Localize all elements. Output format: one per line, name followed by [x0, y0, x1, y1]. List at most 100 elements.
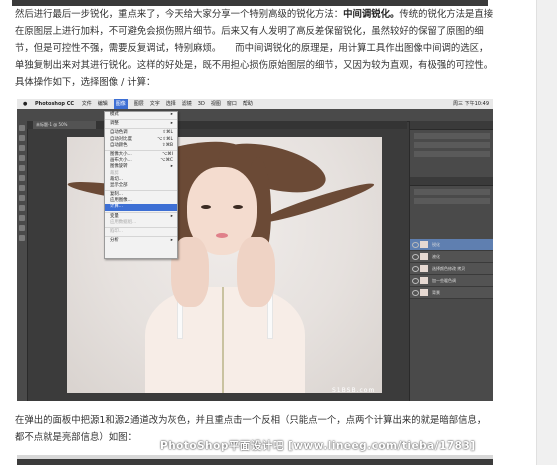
blend-mode-row — [414, 189, 490, 195]
apple-icon: ● — [23, 101, 28, 107]
site-watermark: PhotoShop平面设计吧 [www.lineeg.com/tieba/178… — [160, 440, 476, 452]
image-menu-item[interactable]: 计算... — [105, 204, 177, 211]
next-screenshot-top — [17, 455, 493, 465]
ps-doc-tab: 未标题-1 @ 50% — [33, 121, 96, 129]
menu-item-label: 分析 — [110, 238, 119, 244]
article-page: 然后进行最后一步锐化，重点来了，今天给大家分享一个特别高级的锐化方法：中间调锐化… — [0, 0, 557, 465]
ps-menu-2[interactable]: 图像 — [113, 99, 128, 109]
shoulders — [145, 287, 305, 393]
layer-row[interactable]: 背景 — [410, 287, 493, 299]
layer-thumbnail — [420, 241, 428, 248]
menu-item-label: 图像旋转 — [110, 164, 128, 170]
menu-item-label: 裁切... — [110, 176, 123, 182]
flower-stem — [222, 287, 224, 393]
image-menu-item[interactable]: 调整 ▸ — [105, 121, 177, 127]
menu-item-label: 应用图像... — [110, 198, 132, 204]
layer-thumbnail — [420, 289, 428, 296]
menu-item-label: 陷印... — [110, 229, 123, 234]
brush-tool-icon — [19, 175, 25, 181]
menu-item-label: 图像大小... — [110, 151, 132, 157]
photoshop-screenshot: ● Photoshop CC 文件 编辑 图像 图层 文字 选择 滤镜 3D 视图 窗口 帮助 周三 … — [17, 99, 493, 401]
ps-right-panels: 锐化液化选择颜色修改 拷贝 加一些暖色调背景 — [409, 121, 493, 401]
crop-tool-icon — [19, 155, 25, 161]
menu-item-label: 复制... — [110, 192, 123, 198]
ps-menu-7[interactable]: 3D — [198, 99, 205, 109]
visibility-eye-icon[interactable] — [412, 290, 419, 296]
ps-menu-10[interactable]: 帮助 — [243, 99, 253, 109]
image-menu-item: 应用数据组... — [105, 220, 177, 226]
ps-clock: 周三 下午10:49 — [453, 101, 489, 107]
move-tool-icon — [19, 125, 25, 131]
image-menu-dropdown: 模式 ▸ 调整 ▸ 自动色调 ⇧⌘L 自动对比度 ⌥⇧⌘L 自动颜色 ⇧⌘B 图像大小... ⌥⌘I 画… — [104, 111, 178, 259]
visibility-eye-icon[interactable] — [412, 266, 419, 272]
image-menu-item[interactable]: 分析 ▸ — [105, 238, 177, 244]
lock-row — [414, 198, 490, 204]
adjustments-panel-header — [410, 121, 493, 130]
menu-separator — [105, 149, 177, 151]
layer-name: 锐化 — [432, 242, 440, 247]
menu-item-label: 自动对比度 — [110, 136, 132, 142]
browser-scrollbar[interactable] — [536, 0, 557, 465]
menu-item-label: 自动颜色 — [110, 142, 128, 148]
intro-text-continued: 传统的锐化方法是直接在原图层上进行加料，不可避免会损伤照片细节。后来又有人发明了… — [15, 9, 508, 88]
layer-thumbnail — [420, 277, 428, 284]
menu-item-label: 自动色调 — [110, 130, 128, 136]
ps-toolbar — [17, 121, 28, 401]
ps-menu-3[interactable]: 图层 — [134, 99, 144, 109]
zoom-tool-icon — [19, 235, 25, 241]
ps-menu-9[interactable]: 窗口 — [227, 99, 237, 109]
ps-document-tabs: 未标题-1 @ 50% — [27, 121, 407, 129]
image-menu-item[interactable]: 自动颜色 ⇧⌘B — [105, 143, 177, 149]
image-menu-item[interactable]: 显示全部 — [105, 183, 177, 189]
image-menu-item[interactable]: 模式 ▸ — [105, 112, 177, 118]
image-menu-item: 陷印... — [105, 229, 177, 235]
lips — [216, 233, 228, 238]
ps-app-name: Photoshop CC — [34, 101, 75, 107]
layers-panel-header — [410, 177, 493, 186]
menu-item-label: 画布大小... — [110, 158, 132, 164]
menu-separator — [105, 227, 177, 228]
hand-right — [237, 237, 275, 307]
menu-item-shortcut: ⇧⌘B — [161, 142, 173, 148]
menu-item-label: 模式 — [110, 112, 119, 117]
ps-menu-4[interactable]: 文字 — [150, 99, 160, 109]
menu-item-label: 计算... — [110, 204, 123, 210]
intro-bold-text: 中间调锐化。 — [343, 9, 400, 20]
eyedropper-tool-icon — [19, 165, 25, 171]
ps-menu-0[interactable]: 文件 — [82, 99, 92, 109]
layers-list: 锐化液化选择颜色修改 拷贝 加一些暖色调背景 — [410, 239, 493, 299]
visibility-eye-icon[interactable] — [412, 278, 419, 284]
menu-separator — [105, 211, 177, 213]
layer-row[interactable]: 液化 — [410, 251, 493, 263]
ps-menu-6[interactable]: 滤镜 — [182, 99, 192, 109]
text-tool-icon — [19, 225, 25, 231]
marquee-tool-icon — [19, 135, 25, 141]
layer-row[interactable]: 加一些暖色调 — [410, 275, 493, 287]
panel-swatch-row — [414, 142, 490, 148]
menu-item-label: 变量 — [110, 213, 119, 219]
ps-menu-1[interactable]: 编辑 — [98, 99, 108, 109]
menu-item-shortcut: ▸ — [170, 112, 173, 117]
menu-item-label: 显示全部 — [110, 182, 128, 188]
ps-menubar: ● Photoshop CC 文件 编辑 图像 图层 文字 选择 滤镜 3D 视图 窗口 帮助 周三 … — [17, 99, 493, 109]
panel-swatch-row — [414, 133, 490, 139]
eye-right — [233, 205, 243, 209]
layer-row[interactable]: 选择颜色修改 拷贝 — [410, 263, 493, 275]
layer-thumbnail — [420, 253, 428, 260]
menu-item-label: 应用数据组... — [110, 219, 137, 225]
ps-menu-8[interactable]: 视图 — [211, 99, 221, 109]
visibility-eye-icon[interactable] — [412, 242, 419, 248]
stamp-tool-icon — [19, 185, 25, 191]
layer-name: 加一些暖色调 — [432, 278, 456, 283]
lasso-tool-icon — [19, 145, 25, 151]
menu-item-label: 裁剪 — [110, 170, 119, 176]
ps-menu-5[interactable]: 选择 — [166, 99, 176, 109]
layer-name: 选择颜色修改 拷贝 — [432, 266, 466, 271]
visibility-eye-icon[interactable] — [412, 254, 419, 260]
next-screenshot-menubar — [17, 459, 493, 465]
eye-left — [201, 205, 211, 209]
menu-separator — [105, 190, 177, 192]
menu-item-shortcut: ▸ — [170, 121, 173, 127]
intro-text: 然后进行最后一步锐化，重点来了，今天给大家分享一个特别高级的锐化方法： — [15, 9, 344, 20]
layer-row[interactable]: 锐化 — [410, 239, 493, 251]
